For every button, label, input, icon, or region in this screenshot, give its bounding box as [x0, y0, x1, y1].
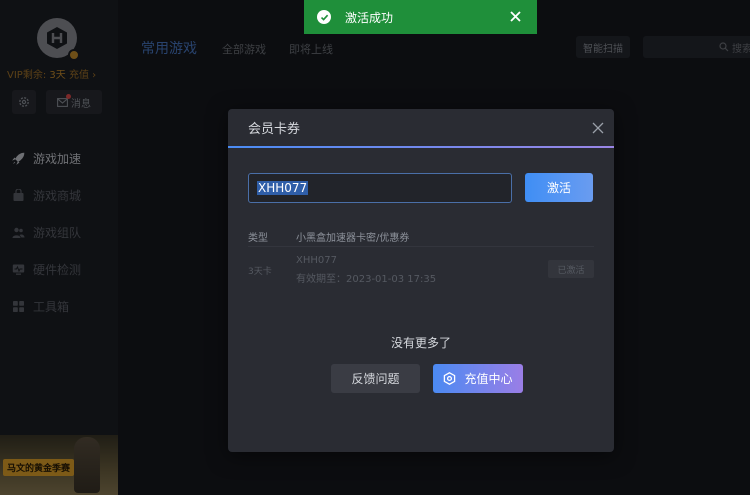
dialog-header: 会员卡券	[228, 109, 614, 148]
check-circle-icon	[317, 10, 331, 24]
voucher-expiry: 有效期至：2023-01-03 17:35	[296, 274, 437, 285]
activate-button[interactable]: 激活	[525, 173, 593, 202]
voucher-type: 3天卡	[248, 267, 272, 277]
close-icon[interactable]	[592, 122, 604, 134]
card-code-value: XHH077	[257, 181, 309, 195]
recharge-label: 充值中心	[464, 372, 513, 386]
empty-list-text: 没有更多了	[390, 336, 451, 350]
hexagon-gear-icon	[444, 372, 456, 385]
membership-voucher-dialog: 会员卡券 XHH077 激活 类型 小黑盒加速器卡密/优惠券 3天卡 XHH07…	[228, 109, 614, 452]
card-code-input[interactable]: XHH077	[248, 173, 512, 203]
divider	[248, 246, 594, 247]
column-header-description: 小黑盒加速器卡密/优惠券	[296, 233, 410, 244]
dialog-title: 会员卡券	[248, 122, 301, 137]
success-toast: 激活成功	[304, 0, 537, 34]
voucher-status-badge: 已激活	[548, 260, 594, 278]
feedback-button[interactable]: 反馈问题	[331, 364, 420, 393]
column-header-type: 类型	[248, 233, 268, 244]
toast-message: 激活成功	[345, 10, 394, 25]
close-icon[interactable]	[509, 10, 522, 23]
voucher-code: XHH077	[296, 255, 337, 266]
recharge-center-button[interactable]: 充值中心	[433, 364, 523, 393]
voucher-row: 3天卡 XHH077 有效期至：2023-01-03 17:35 已激活	[228, 252, 614, 288]
